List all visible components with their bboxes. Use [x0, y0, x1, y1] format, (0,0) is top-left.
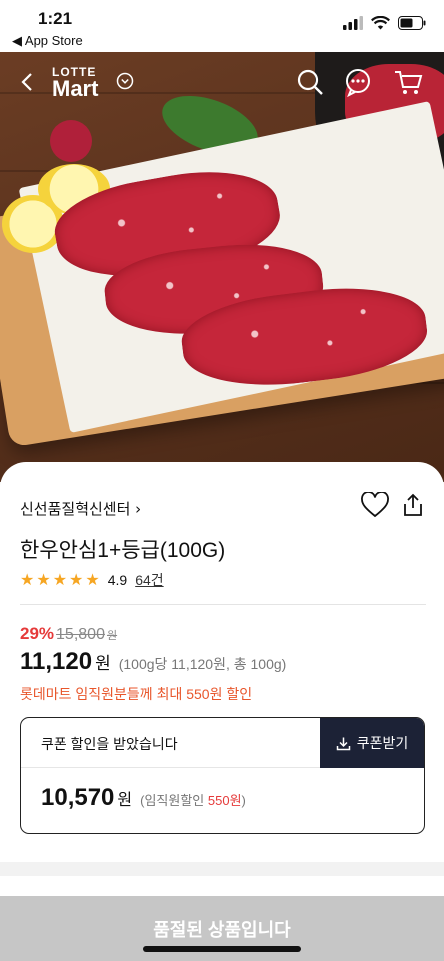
home-indicator: [143, 946, 301, 952]
review-count-link[interactable]: 64건: [135, 570, 163, 590]
seller-link[interactable]: 신선품질혁신센터 ›: [20, 498, 141, 519]
sale-price: 11,120: [20, 648, 93, 675]
rating-value: 4.9: [107, 572, 128, 588]
coupon-message: 쿠폰 할인을 받았습니다: [41, 736, 178, 752]
discount-rate: 29%: [20, 624, 55, 643]
chevron-down-icon[interactable]: [116, 72, 134, 90]
status-bar: 1:21 ◀ App Store: [0, 0, 444, 52]
status-icons: [343, 16, 426, 30]
status-time: 1:21: [38, 9, 73, 28]
product-title: 한우안심1+등급(100G): [20, 539, 226, 562]
top-navigation: LOTTE Mart: [0, 52, 444, 112]
back-to-app-store[interactable]: ◀ App Store: [12, 33, 83, 49]
share-icon[interactable]: [400, 492, 426, 518]
chat-icon[interactable]: [342, 66, 374, 98]
soldout-label: 품절된 상품입니다: [153, 920, 291, 940]
coupon-price-row: 10,570 원 (임직원할인 550원): [41, 784, 246, 812]
wifi-icon: [371, 16, 390, 30]
discount-row: 29% 15,800 원: [20, 624, 117, 644]
star-icon: ★: [52, 570, 68, 589]
back-chevron-icon[interactable]: [12, 66, 44, 98]
coupon-discount-note: (임직원할인 550원): [140, 790, 246, 809]
original-price-unit: 원: [106, 630, 118, 642]
lotte-mart-logo[interactable]: LOTTE Mart: [52, 66, 98, 100]
coupon-note-prefix: (임직원할인: [140, 793, 208, 808]
download-icon: [336, 737, 350, 750]
signal-icon: [343, 16, 363, 30]
heart-icon[interactable]: [361, 492, 389, 518]
coupon-note-amount: 550원: [207, 793, 242, 808]
original-price: 15,800: [56, 626, 105, 643]
sale-price-unit: 원: [95, 654, 111, 673]
cart-icon[interactable]: [392, 66, 424, 98]
coupon-box: 쿠폰 할인을 받았습니다 쿠폰받기 10,570 원 (임직원할인 550원): [20, 717, 425, 834]
coupon-price: 10,570: [41, 784, 115, 811]
star-icon: ★: [20, 570, 35, 589]
star-icon: ★: [36, 570, 51, 589]
price-row: 11,120 원 (100g당 11,120원, 총 100g): [20, 648, 286, 676]
product-info-panel: 신선품질혁신센터 › 한우안심1+등급(100G) ★ ★ ★ ★ ★ 4.9 …: [0, 462, 444, 862]
coupon-button-label: 쿠폰받기: [356, 735, 409, 751]
unit-price: (100g당 11,120원, 총 100g): [118, 656, 287, 672]
employee-discount-note: 롯데마트 임직원분들께 최대 550원 할인: [20, 686, 253, 702]
battery-icon: [398, 16, 426, 30]
coupon-note-suffix: ): [241, 793, 246, 808]
product-hero-image: [0, 52, 444, 482]
coupon-download-button[interactable]: 쿠폰받기: [320, 718, 424, 768]
star-icon: ★: [85, 570, 100, 589]
logo-line2: Mart: [52, 76, 99, 101]
search-icon[interactable]: [294, 66, 326, 98]
star-icon: ★: [69, 570, 84, 589]
rating-row: ★ ★ ★ ★ ★ 4.9 64건: [20, 570, 164, 590]
divider: [20, 604, 426, 605]
coupon-header: 쿠폰 할인을 받았습니다 쿠폰받기: [21, 718, 424, 768]
coupon-price-unit: 원: [117, 792, 133, 809]
